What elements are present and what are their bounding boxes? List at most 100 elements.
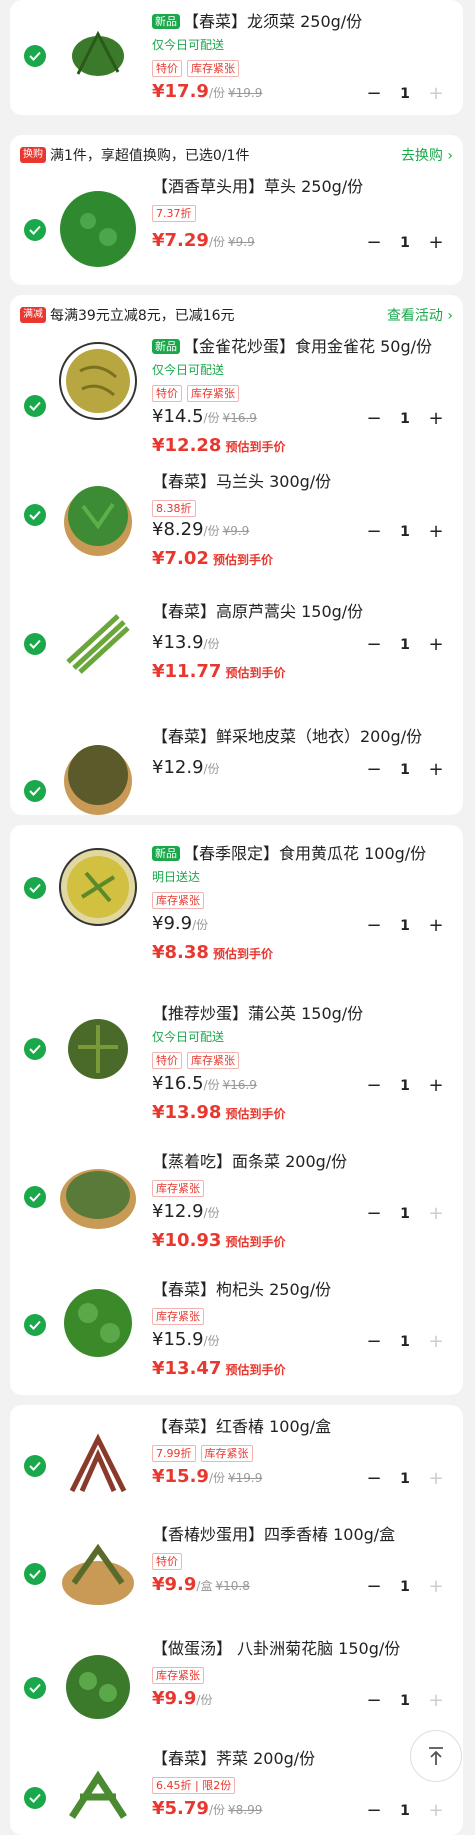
plus-button[interactable]: + [427,84,445,104]
product-title[interactable]: 【春菜】高原芦蒿尖 150g/份 [152,600,453,624]
price-unit: /份 [203,1334,220,1348]
checkbox-checked-icon[interactable] [24,1314,46,1336]
minus-button[interactable]: − [365,233,383,253]
checkbox-checked-icon[interactable] [24,1455,46,1477]
price-unit: /份 [208,235,225,249]
promo-badge: 满减 [20,307,46,323]
arrow-up-icon [429,1747,443,1765]
minus-button[interactable]: − [365,1469,383,1489]
plus-button[interactable]: + [427,522,445,542]
quantity-stepper: − 1 + [365,83,445,105]
product-title[interactable]: 【春菜】鲜采地皮菜（地衣）200g/份 [152,725,453,749]
minus-button[interactable]: − [365,409,383,429]
checkbox-checked-icon[interactable] [24,45,46,67]
plus-button[interactable]: + [427,1469,445,1489]
plus-button[interactable]: + [427,233,445,253]
discount-tag: 6.45折 | 限2份 [152,1777,236,1794]
checkbox-checked-icon[interactable] [24,877,46,899]
plus-button[interactable]: + [427,409,445,429]
product-image[interactable] [58,341,138,421]
minus-button[interactable]: − [365,1076,383,1096]
checkbox-checked-icon[interactable] [24,1787,46,1809]
minus-button[interactable]: − [365,1204,383,1224]
checkbox-checked-icon[interactable] [24,219,46,241]
product-image[interactable] [58,735,138,815]
product-image[interactable] [58,1533,138,1613]
product-title[interactable]: 【香椿炒蛋用】四季香椿 100g/盒 [152,1523,453,1547]
tag: 特价 [152,60,182,77]
estimated-price: ¥13.98 预估到手价 [152,1102,286,1123]
checkbox-checked-icon[interactable] [24,1563,46,1585]
product-image[interactable] [58,847,138,927]
quantity-stepper: − 1 + [365,1331,445,1353]
promo-link[interactable]: 去换购 › [401,145,453,165]
minus-button[interactable]: − [365,916,383,936]
estimated-price: ¥8.38 预估到手价 [152,942,273,963]
product-title[interactable]: 【做蛋汤】 八卦洲菊花脑 150g/份 [152,1637,453,1661]
product-image[interactable] [58,1647,138,1727]
minus-button[interactable]: − [365,760,383,780]
product-title[interactable]: 【春菜】枸杞头 250g/份 [152,1278,453,1302]
new-tag: 新品 [152,846,180,861]
quantity-stepper: − 1 + [365,521,445,543]
checkbox-checked-icon[interactable] [24,1186,46,1208]
checkbox-checked-icon[interactable] [24,395,46,417]
product-title[interactable]: 【春菜】荠菜 200g/份 [152,1747,453,1771]
plus-button[interactable]: + [427,1577,445,1597]
product-title[interactable]: 【春菜】马兰头 300g/份 [152,470,453,494]
minus-button[interactable]: − [365,635,383,655]
quantity-stepper: − 1 + [365,1800,445,1822]
product-image[interactable] [58,1155,138,1235]
product-image[interactable] [58,189,138,269]
promo-link[interactable]: 查看活动 › [387,305,453,325]
delivery-note: 明日送达 [152,870,201,884]
promo-banner[interactable]: 换购 满1件，享超值换购，已选0/1件 去换购 › [10,135,463,175]
minus-button[interactable]: − [365,522,383,542]
delivery-note: 仅今日可配送 [152,38,225,52]
plus-button[interactable]: + [427,760,445,780]
plus-button[interactable]: + [427,1691,445,1711]
product-image[interactable] [58,14,138,94]
plus-button[interactable]: + [427,1801,445,1821]
plus-button[interactable]: + [427,635,445,655]
product-image[interactable] [58,1283,138,1363]
checkbox-checked-icon[interactable] [24,1038,46,1060]
checkbox-checked-icon[interactable] [24,1677,46,1699]
product-title[interactable]: 新品 【金雀花炒蛋】食用金雀花 50g/份 [152,335,453,359]
tag: 库存紧张 [152,1667,204,1684]
tag: 库存紧张 [187,60,239,77]
product-image[interactable] [58,1007,138,1087]
product-title[interactable]: 【春菜】红香椿 100g/盒 [152,1415,453,1439]
plus-button[interactable]: + [427,916,445,936]
promo-banner[interactable]: 满减 每满39元立减8元，已减16元 查看活动 › [10,295,463,335]
minus-button[interactable]: − [365,1801,383,1821]
checkbox-checked-icon[interactable] [24,633,46,655]
tag: 库存紧张 [187,1052,239,1069]
minus-button[interactable]: − [365,84,383,104]
product-title[interactable]: 【推荐炒蛋】蒲公英 150g/份 [152,1002,453,1026]
product-title[interactable]: 新品 【春菜】龙须菜 250g/份 [152,10,453,34]
plus-button[interactable]: + [427,1076,445,1096]
product-image[interactable] [58,1757,138,1835]
minus-button[interactable]: − [365,1691,383,1711]
checkbox-checked-icon[interactable] [24,504,46,526]
product-image[interactable] [58,602,138,682]
product-image[interactable] [58,1425,138,1505]
product-title[interactable]: 新品 【春季限定】食用黄瓜花 100g/份 [152,842,453,866]
plus-button[interactable]: + [427,1332,445,1352]
price-unit: /份 [208,86,225,100]
price: ¥9.9 [152,1688,197,1709]
price-unit: /份 [196,1693,213,1707]
back-to-top-button[interactable] [410,1730,462,1782]
quantity-value: 1 [400,1693,410,1709]
minus-button[interactable]: − [365,1577,383,1597]
product-title[interactable]: 【蒸着吃】面条菜 200g/份 [152,1150,453,1174]
delivery-note: 仅今日可配送 [152,1030,225,1044]
product-image[interactable] [58,476,138,556]
price: ¥16.5 [152,1073,204,1094]
minus-button[interactable]: − [365,1332,383,1352]
price: ¥9.9 [152,1574,197,1595]
plus-button[interactable]: + [427,1204,445,1224]
product-title[interactable]: 【酒香草头用】草头 250g/份 [152,175,453,199]
checkbox-checked-icon[interactable] [24,780,46,802]
